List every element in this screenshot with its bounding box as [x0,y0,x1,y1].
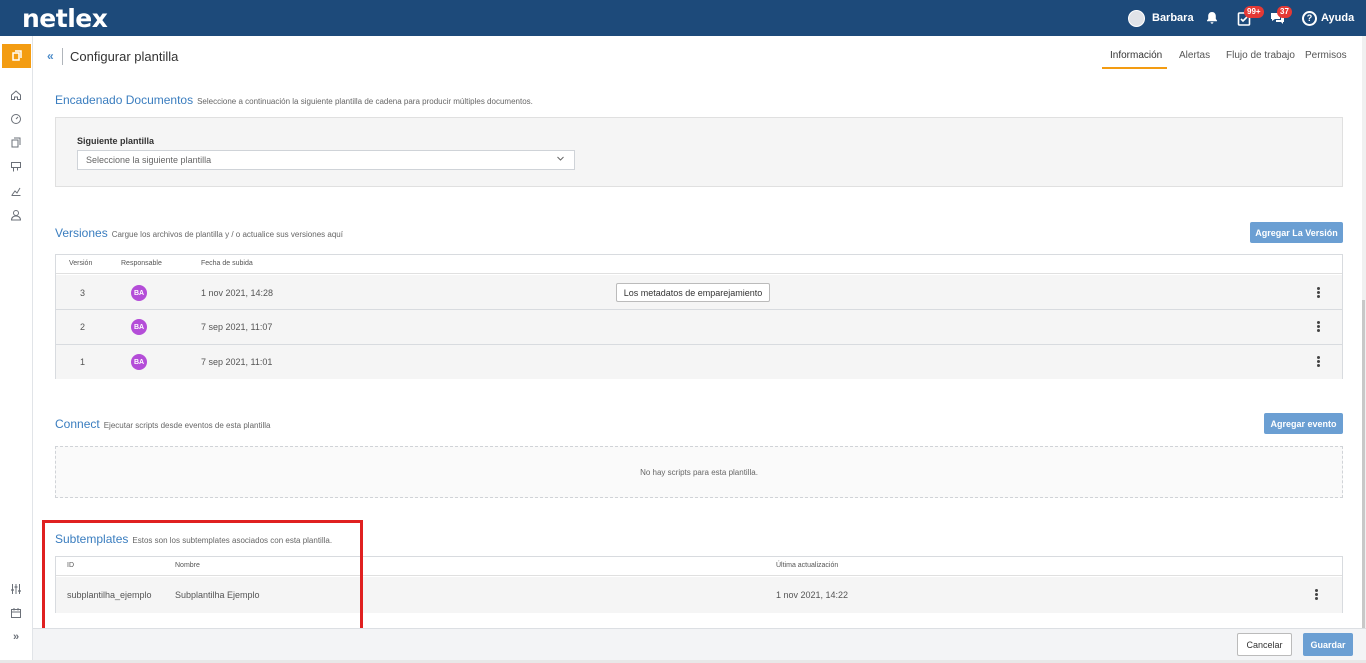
user-icon[interactable] [7,206,25,224]
more-vertical-icon[interactable] [1314,588,1318,601]
home-icon[interactable] [7,86,25,104]
top-bar: netlex Barbara 99+ 37 ? Ayuda [0,0,1366,36]
tab-informacion[interactable]: Información [1110,50,1162,61]
next-template-placeholder: Seleccione la siguiente plantilla [86,155,212,165]
user-menu[interactable]: Barbara [1128,0,1194,36]
table-row[interactable]: 3 BA 1 nov 2021, 14:28 Los metadatos de … [56,275,1342,310]
versions-table: Versión Responsable Fecha de subida 3 BA… [55,254,1343,379]
more-vertical-icon[interactable] [1316,355,1320,368]
user-avatar-icon [1128,9,1145,27]
connect-empty-state: No hay scripts para esta plantilla. [55,446,1343,498]
subtemplate-updated: 1 nov 2021, 14:22 [776,590,849,600]
avatar: BA [131,319,147,335]
back-chevron-icon[interactable]: « [47,49,54,63]
avatar: BA [131,354,147,370]
versions-table-header: Versión Responsable Fecha de subida [56,255,1342,274]
footer-bar: Cancelar Guardar [33,628,1366,660]
col-ultima-actualizacion: Última actualización [776,562,839,569]
help-label: Ayuda [1321,12,1355,24]
page-title: Configurar plantilla [70,49,179,64]
version-number: 3 [80,288,86,298]
versions-subtitle: Cargue los archivos de plantilla y / o a… [111,230,343,239]
page-header: « Configurar plantilla Información Alert… [33,36,1366,76]
user-name: Barbara [1152,12,1194,24]
add-event-button[interactable]: Agregar evento [1264,413,1343,434]
tab-flujo-de-trabajo[interactable]: Flujo de trabajo [1226,50,1295,61]
settings-sliders-icon[interactable] [7,580,25,598]
connect-title: Connect [55,417,100,431]
upload-date: 7 sep 2021, 11:07 [201,322,273,332]
cancel-button[interactable]: Cancelar [1237,633,1292,656]
tab-alertas[interactable]: Alertas [1179,50,1210,61]
dashboard-icon[interactable] [7,110,25,128]
left-sidebar: » [0,36,33,663]
highlight-box [42,520,363,632]
connect-section-title: Connect Ejecutar scripts desde eventos de… [55,417,270,431]
help-icon: ? [1302,10,1317,26]
expand-sidebar-icon[interactable]: » [7,628,25,646]
upload-date: 7 sep 2021, 11:01 [201,357,273,367]
upload-date: 1 nov 2021, 14:28 [201,288,274,298]
tab-permisos[interactable]: Permisos [1305,50,1347,61]
chaining-section-title: Encadenado Documentos Seleccione a contin… [55,93,533,107]
next-template-label: Siguiente plantilla [77,136,155,146]
documents-icon[interactable] [7,134,25,152]
boards-icon[interactable] [7,158,25,176]
header-divider [62,48,63,65]
table-row[interactable]: 2 BA 7 sep 2021, 11:07 [56,310,1342,345]
table-row[interactable]: 1 BA 7 sep 2021, 11:01 [56,345,1342,379]
chaining-title: Encadenado Documentos [55,93,194,107]
netlex-logo[interactable]: netlex [22,4,108,33]
avatar: BA [131,285,147,301]
chaining-subtitle: Seleccione a continuación la siguiente p… [197,97,533,106]
reports-icon[interactable] [7,182,25,200]
add-version-button[interactable]: Agregar La Versión [1250,222,1343,243]
scrollbar-thumb[interactable] [1362,300,1365,630]
calendar-icon[interactable] [7,604,25,622]
help-link[interactable]: ? Ayuda [1302,0,1354,36]
notifications-bell-icon[interactable] [1205,0,1219,36]
messages-badge: 37 [1277,6,1292,18]
versions-section-title: Versiones Cargue los archivos de plantill… [55,226,343,240]
tasks-badge: 99+ [1244,6,1264,18]
active-tab-indicator [1102,67,1167,69]
col-fecha-subida: Fecha de subida [201,260,253,267]
template-icon[interactable] [2,44,31,68]
chevron-down-icon [556,154,565,165]
save-button[interactable]: Guardar [1303,633,1353,656]
more-vertical-icon[interactable] [1316,286,1320,299]
connect-subtitle: Ejecutar scripts desde eventos de esta p… [103,421,271,430]
version-number: 2 [80,322,86,332]
next-template-select[interactable]: Seleccione la siguiente plantilla [77,150,575,170]
match-metadata-button[interactable]: Los metadatos de emparejamiento [616,283,770,302]
col-responsable: Responsable [121,260,162,267]
col-version: Versión [69,260,93,267]
more-vertical-icon[interactable] [1316,320,1320,333]
version-number: 1 [80,357,86,367]
versions-title: Versiones [55,226,108,240]
chaining-panel: Siguiente plantilla Seleccione la siguie… [55,117,1343,187]
